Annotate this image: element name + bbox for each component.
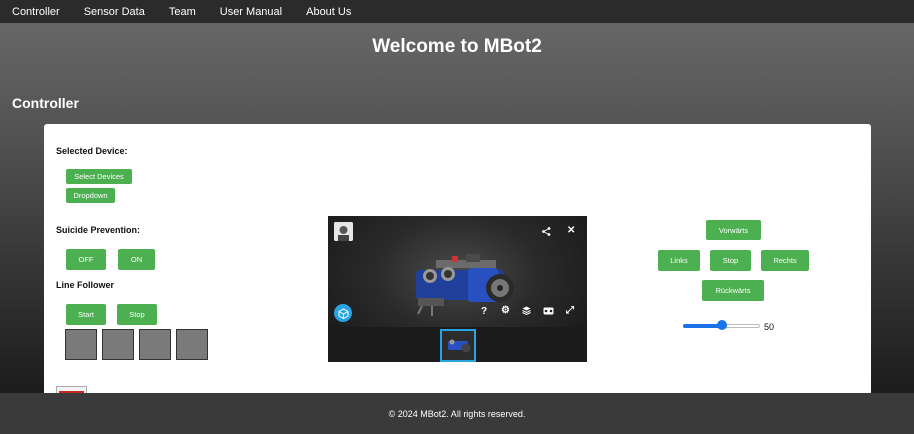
line-sensor-4 bbox=[176, 329, 208, 360]
stop-drive-button[interactable]: Stop bbox=[710, 250, 751, 271]
left-button[interactable]: Links bbox=[658, 250, 700, 271]
help-icon[interactable]: ? bbox=[481, 307, 487, 317]
model-thumbnail[interactable] bbox=[440, 329, 476, 362]
nav-user-manual[interactable]: User Manual bbox=[220, 6, 282, 18]
backward-button[interactable]: Rückwärts bbox=[702, 280, 764, 301]
suicide-on-button[interactable]: ON bbox=[118, 249, 155, 270]
forward-button[interactable]: Vorwärts bbox=[706, 220, 761, 240]
author-avatar[interactable] bbox=[334, 222, 353, 241]
selected-device-label: Selected Device: bbox=[56, 146, 128, 156]
line-follower-stop-button[interactable]: Stop bbox=[117, 304, 157, 325]
nav-team[interactable]: Team bbox=[169, 6, 196, 18]
footer: © 2024 MBot2. All rights reserved. bbox=[0, 393, 914, 434]
footer-copyright: © 2024 MBot2. All rights reserved. bbox=[388, 408, 526, 419]
nav-sensor-data[interactable]: Sensor Data bbox=[84, 6, 145, 18]
nav-controller[interactable]: Controller bbox=[12, 6, 60, 18]
top-nav: Controller Sensor Data Team User Manual … bbox=[0, 0, 914, 23]
vr-icon[interactable] bbox=[543, 307, 554, 318]
nav-about-us[interactable]: About Us bbox=[306, 6, 351, 18]
section-title: Controller bbox=[12, 95, 79, 111]
line-follower-start-button[interactable]: Start bbox=[66, 304, 106, 325]
settings-icon[interactable]: ⚙ bbox=[501, 306, 510, 316]
layers-icon[interactable] bbox=[522, 306, 531, 318]
close-icon[interactable]: ✕ bbox=[567, 226, 575, 236]
thumbnail-strip bbox=[328, 327, 587, 362]
line-sensor-3 bbox=[139, 329, 171, 360]
speed-slider[interactable] bbox=[683, 320, 763, 332]
speed-slider-handle[interactable] bbox=[717, 320, 727, 330]
page-title: Welcome to MBot2 bbox=[372, 36, 542, 57]
cube-icon[interactable] bbox=[334, 304, 352, 322]
select-devices-button[interactable]: Select Devices bbox=[66, 169, 132, 184]
controller-panel: Selected Device: Select Devices Dropdown… bbox=[44, 124, 871, 396]
line-sensor-1 bbox=[65, 329, 97, 360]
suicide-prevention-label: Suicide Prevention: bbox=[56, 225, 141, 235]
fullscreen-icon[interactable]: ⤢ bbox=[566, 306, 574, 316]
right-button[interactable]: Rechts bbox=[761, 250, 809, 271]
line-sensor-2 bbox=[102, 329, 134, 360]
line-follower-label: Line Follower bbox=[56, 280, 115, 290]
3d-model-viewer[interactable]: ✕ ? ⚙ ⤢ bbox=[328, 216, 587, 362]
speed-value: 50 bbox=[764, 322, 775, 332]
share-icon[interactable] bbox=[542, 227, 551, 239]
suicide-off-button[interactable]: OFF bbox=[66, 249, 106, 270]
dropdown-button[interactable]: Dropdown bbox=[66, 188, 115, 203]
